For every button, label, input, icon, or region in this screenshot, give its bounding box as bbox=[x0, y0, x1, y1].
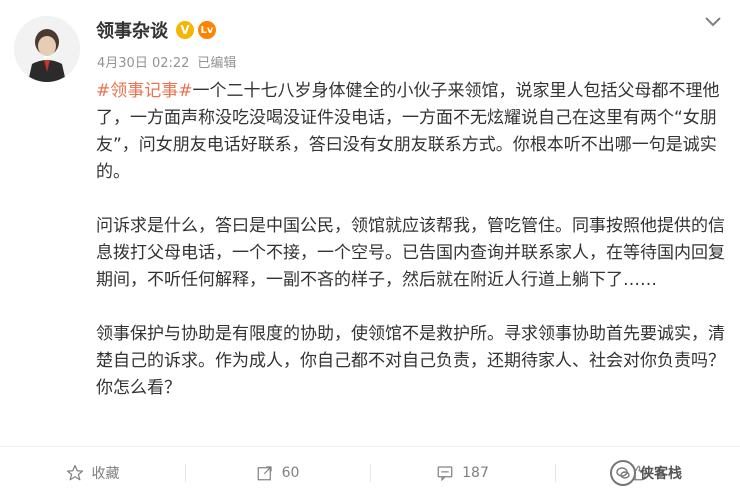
divider bbox=[0, 446, 740, 447]
comment-button[interactable]: 187 bbox=[370, 450, 555, 496]
repost-button[interactable]: 60 bbox=[185, 450, 370, 496]
post-meta: 4月30日 02:22 已编辑 bbox=[97, 52, 236, 71]
chevron-down-icon[interactable] bbox=[702, 13, 724, 31]
wechat-logo-icon bbox=[610, 460, 636, 486]
watermark-text: 侠客栈 bbox=[640, 466, 682, 482]
verified-badge-icon: V bbox=[176, 21, 194, 39]
post-paragraph-2: 问诉求是什么，答曰是中国公民，领馆就应该帮我，管吃管住。同事按照他提供的信息拨打… bbox=[96, 216, 725, 290]
repost-icon bbox=[257, 466, 272, 481]
comment-icon bbox=[437, 466, 453, 482]
level-badge-icon: Lv bbox=[198, 21, 216, 39]
post-content: #领事记事#一个二十七八岁身体健全的小伙子来领馆，说家里人包括父母都不理他了，一… bbox=[96, 78, 726, 402]
avatar[interactable] bbox=[14, 16, 80, 82]
weibo-post-card: 领事杂谈 V Lv 4月30日 02:22 已编辑 #领事记事#一个二十七八岁身… bbox=[0, 0, 740, 502]
author-name[interactable]: 领事杂谈 bbox=[96, 17, 168, 43]
favorite-label: 收藏 bbox=[91, 466, 120, 482]
post-paragraph-3: 领事保护与协助是有限度的协助，使领馆不是救护所。寻求领事协助首先要诚实，清楚自己… bbox=[96, 324, 725, 398]
star-icon bbox=[66, 464, 83, 481]
favorite-button[interactable]: 收藏 bbox=[0, 450, 185, 496]
watermark: 侠客栈 bbox=[610, 460, 682, 486]
repost-count: 60 bbox=[281, 465, 300, 481]
post-timestamp[interactable]: 4月30日 02:22 bbox=[97, 52, 189, 71]
post-paragraph-1: #领事记事#一个二十七八岁身体健全的小伙子来领馆，说家里人包括父母都不理他了，一… bbox=[96, 78, 726, 186]
author-header: 领事杂谈 V Lv bbox=[96, 18, 216, 42]
comment-count: 187 bbox=[462, 465, 489, 481]
hashtag-link[interactable]: #领事记事# bbox=[96, 81, 193, 101]
edited-label[interactable]: 已编辑 bbox=[197, 52, 236, 71]
